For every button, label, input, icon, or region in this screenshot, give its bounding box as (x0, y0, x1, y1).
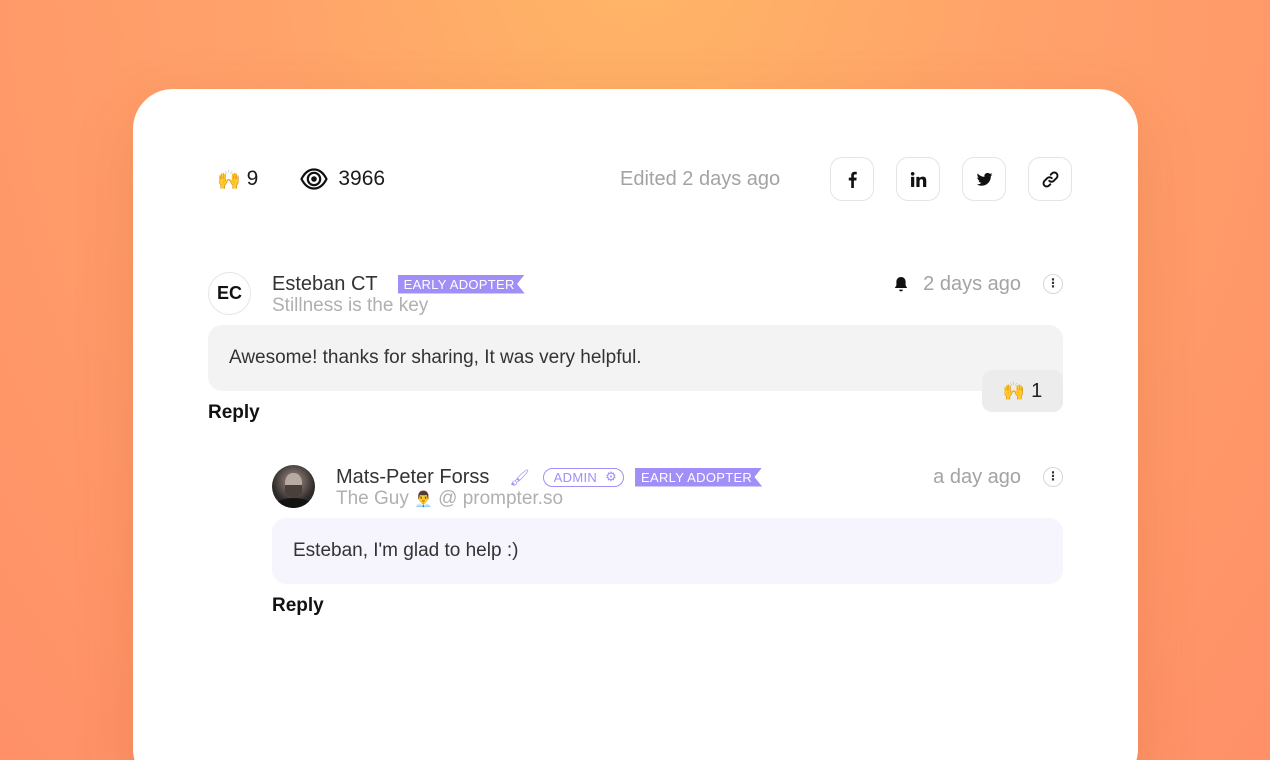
linkedin-icon (910, 171, 926, 187)
more-options-button[interactable]: ⋮ (1043, 467, 1063, 487)
comment-meta: a day ago ⋮ (933, 465, 1063, 489)
facebook-icon (848, 171, 857, 188)
reply-button[interactable]: Reply (208, 402, 260, 424)
post-stats: 🙌 9 3966 (217, 157, 427, 201)
claps-stat[interactable]: 🙌 9 (217, 167, 258, 191)
comment-timestamp: 2 days ago (923, 272, 1021, 295)
comment-header: Mats-Peter Forss 🖌 ADMIN ⚙ EARLY ADOPTER… (336, 465, 763, 510)
author-tagline: The Guy 👨‍💼 @ prompter.so (336, 488, 762, 510)
copy-link-button[interactable] (1028, 157, 1072, 201)
comment-meta: 2 days ago ⋮ (893, 272, 1063, 296)
edited-timestamp: Edited 2 days ago (620, 168, 781, 190)
tagline-text: The Guy (336, 488, 409, 509)
author-name[interactable]: Esteban CT (272, 273, 378, 296)
comment-header: Esteban CT EARLY ADOPTER Stillness is th… (272, 272, 525, 317)
avatar[interactable] (272, 465, 315, 508)
twitter-icon (976, 172, 992, 186)
share-buttons (830, 157, 1072, 201)
author-tagline: Stillness is the key (272, 295, 429, 316)
comment-body: Esteban, I'm glad to help :) (272, 518, 1063, 584)
reaction-button[interactable]: 🙌 1 (982, 370, 1063, 412)
comment-body: Awesome! thanks for sharing, It was very… (208, 325, 1063, 391)
early-adopter-badge: EARLY ADOPTER (635, 467, 763, 487)
more-vertical-icon: ⋮ (1047, 276, 1059, 290)
avatar-initials: EC (216, 283, 242, 303)
claps-count: 9 (246, 167, 259, 190)
early-adopter-badge: EARLY ADOPTER (397, 274, 525, 294)
comment-timestamp: a day ago (933, 465, 1021, 488)
bell-icon[interactable] (893, 276, 909, 293)
gear-icon: ⚙ (605, 469, 618, 485)
views-stat: 3966 (300, 167, 385, 191)
post-card: 🙌 9 3966 Edited 2 days ago EC Esteban CT… (133, 89, 1138, 760)
admin-badge-label: ADMIN (553, 469, 598, 485)
clap-icon: 🙌 (1002, 380, 1026, 402)
more-vertical-icon: ⋮ (1047, 469, 1059, 483)
share-twitter-button[interactable] (962, 157, 1006, 201)
reaction-count: 1 (1031, 379, 1043, 402)
views-count: 3966 (338, 167, 386, 190)
avatar[interactable]: EC (208, 272, 251, 315)
share-linkedin-button[interactable] (896, 157, 940, 201)
clap-icon: 🙌 (217, 168, 241, 191)
link-icon (1042, 171, 1058, 187)
eye-icon (300, 168, 329, 190)
admin-badge: ADMIN ⚙ (542, 467, 625, 487)
author-name[interactable]: Mats-Peter Forss (336, 466, 489, 489)
reply-button[interactable]: Reply (272, 595, 324, 617)
paintbrush-icon: 🖌 (509, 467, 530, 487)
businessman-icon: 👨‍💼 (414, 490, 433, 508)
share-facebook-button[interactable] (830, 157, 874, 201)
more-options-button[interactable]: ⋮ (1043, 274, 1063, 294)
tagline-handle: @ prompter.so (438, 488, 564, 509)
